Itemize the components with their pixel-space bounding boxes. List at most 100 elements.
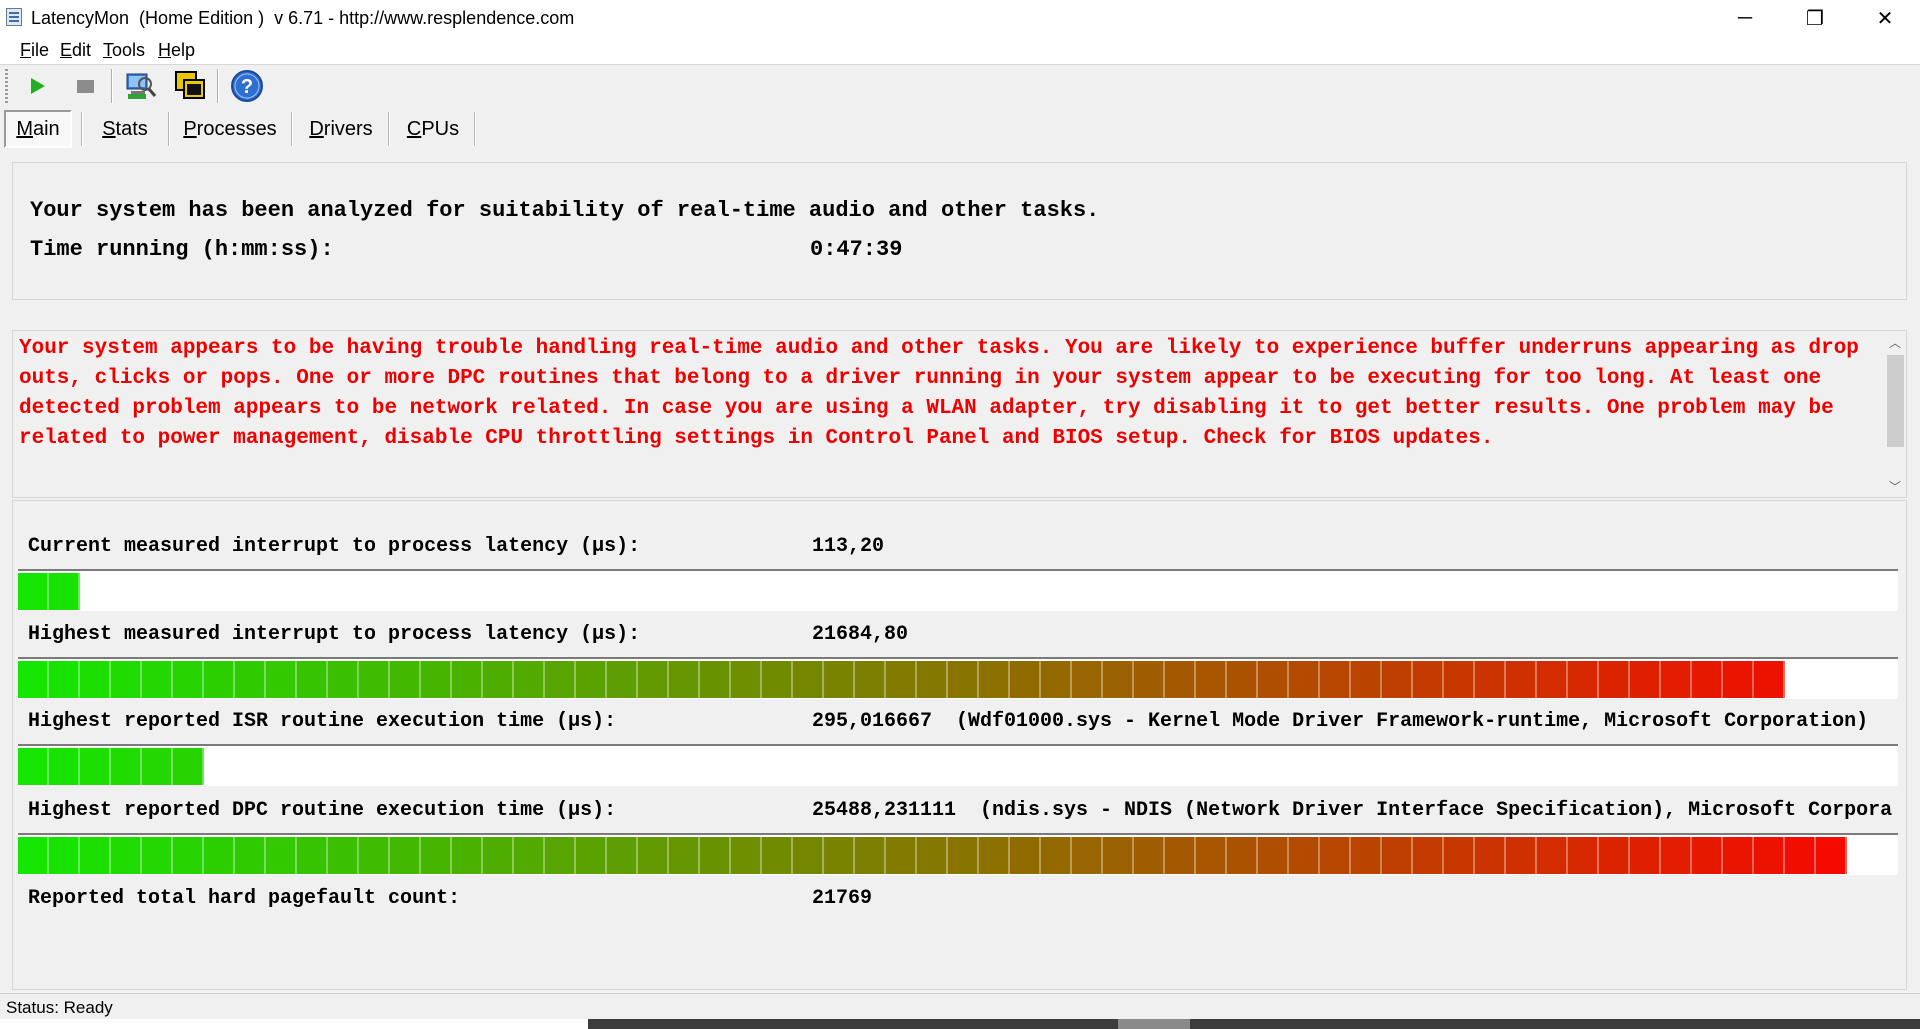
bar-segment	[18, 748, 49, 785]
bar-segment	[1506, 661, 1537, 698]
bar-segment	[49, 837, 80, 874]
bar-segment	[1010, 837, 1041, 874]
bar-segment	[421, 661, 452, 698]
bar-segment	[855, 661, 886, 698]
scroll-thumb-horizontal[interactable]	[1118, 1019, 1190, 1029]
analyze-button[interactable]	[124, 69, 158, 103]
diagnosis-message: Your system appears to be having trouble…	[19, 337, 1859, 450]
bar-segment	[638, 661, 669, 698]
bar-segment	[1723, 661, 1754, 698]
windows-icon	[175, 71, 205, 99]
bar-segment	[359, 661, 390, 698]
bar-segment	[1041, 837, 1072, 874]
bar-segment	[1444, 837, 1475, 874]
restore-button[interactable]: ❐	[1780, 0, 1850, 36]
bar-segment	[1103, 837, 1134, 874]
bar-segment	[514, 837, 545, 874]
tab-processes[interactable]: Processes	[173, 110, 287, 148]
bar-segment	[297, 661, 328, 698]
bar-segment	[142, 661, 173, 698]
bar-segment	[1568, 837, 1599, 874]
scroll-up-icon[interactable]: ︿	[1884, 331, 1906, 353]
minimize-button[interactable]: ─	[1710, 0, 1780, 36]
bar-segment	[111, 748, 142, 785]
bar-segment	[1537, 661, 1568, 698]
bar-segment	[514, 661, 545, 698]
menu-file[interactable]: File	[20, 40, 49, 61]
tab-cpus[interactable]: C PUs	[393, 110, 473, 148]
scroll-down-icon[interactable]: ﹀	[1884, 475, 1906, 497]
bar-segment	[1661, 837, 1692, 874]
bar-segment	[762, 837, 793, 874]
bar-segment	[1754, 661, 1785, 698]
bar-segment	[793, 661, 824, 698]
bar-segment	[49, 748, 80, 785]
diagnosis-scrollbar[interactable]: ︿ ﹀	[1884, 331, 1906, 497]
bar-segment	[607, 661, 638, 698]
bar-segment	[49, 573, 80, 610]
bar-segment	[1568, 661, 1599, 698]
bar-segment	[1444, 661, 1475, 698]
highest-latency-label: Highest measured interrupt to process la…	[28, 623, 641, 646]
window-title: LatencyMon (Home Edition ) v 6.71 - http…	[31, 8, 575, 28]
bar-segment	[948, 837, 979, 874]
tab-drivers[interactable]: Drivers	[296, 110, 386, 148]
help-button[interactable]: ?	[230, 69, 264, 103]
start-button[interactable]	[20, 69, 54, 103]
toolbar-grip[interactable]	[5, 69, 8, 103]
bar-segment	[173, 661, 204, 698]
bar-segment	[1382, 837, 1413, 874]
pagefault-value: 21769	[812, 887, 873, 910]
bar-segment	[638, 837, 669, 874]
bar-segment	[1630, 837, 1661, 874]
bar-segment	[1661, 661, 1692, 698]
highest-latency-bar-fill	[18, 661, 1785, 698]
bar-segment	[1072, 661, 1103, 698]
menu-edit[interactable]: Edit	[60, 40, 91, 61]
bar-segment	[855, 837, 886, 874]
bar-segment	[1599, 661, 1630, 698]
bar-segment	[886, 661, 917, 698]
title-bar: LatencyMon (Home Edition ) v 6.71 - http…	[0, 0, 1920, 36]
isr-time-value: 295,016667 (Wdf01000.sys - Kernel Mode D…	[812, 710, 1869, 733]
bar-segment	[762, 661, 793, 698]
bar-segment	[1258, 837, 1289, 874]
bar-segment	[1475, 837, 1506, 874]
bar-segment	[1289, 837, 1320, 874]
tab-main[interactable]: Main	[4, 110, 72, 148]
bar-segment	[1754, 837, 1785, 874]
bar-segment	[917, 837, 948, 874]
time-running-label: Time running (h:mm:ss):	[30, 237, 334, 262]
minimize-icon: ─	[1737, 6, 1753, 29]
bar-segment	[483, 837, 514, 874]
bar-segment	[359, 837, 390, 874]
bar-segment	[1599, 837, 1630, 874]
bar-segment	[173, 837, 204, 874]
isr-time-bar-fill	[18, 748, 204, 785]
bar-segment	[1010, 661, 1041, 698]
bar-segment	[1413, 661, 1444, 698]
menu-help[interactable]: Help	[158, 40, 195, 61]
menu-tools[interactable]: Tools	[103, 40, 145, 61]
bar-segment	[545, 837, 576, 874]
stop-button[interactable]	[68, 69, 102, 103]
bar-segment	[1134, 837, 1165, 874]
bar-segment	[1134, 661, 1165, 698]
bar-segment	[1072, 837, 1103, 874]
dpc-time-label: Highest reported DPC routine execution t…	[28, 799, 617, 822]
status-bar: Status: Ready	[0, 993, 1920, 1020]
bar-segment	[266, 661, 297, 698]
scroll-thumb[interactable]	[1887, 355, 1904, 447]
bar-segment	[80, 748, 111, 785]
windows-button[interactable]	[173, 69, 207, 103]
tab-stats[interactable]: Stats	[86, 110, 164, 148]
bar-segment	[1475, 661, 1506, 698]
bar-segment	[390, 661, 421, 698]
current-latency-value: 113,20	[812, 535, 885, 558]
pagefault-label: Reported total hard pagefault count:	[28, 887, 461, 910]
bar-segment	[1506, 837, 1537, 874]
horizontal-scrollbar[interactable]	[0, 1019, 1920, 1029]
close-button[interactable]: ✕	[1850, 0, 1920, 36]
bar-segment	[111, 837, 142, 874]
bar-segment	[173, 748, 204, 785]
